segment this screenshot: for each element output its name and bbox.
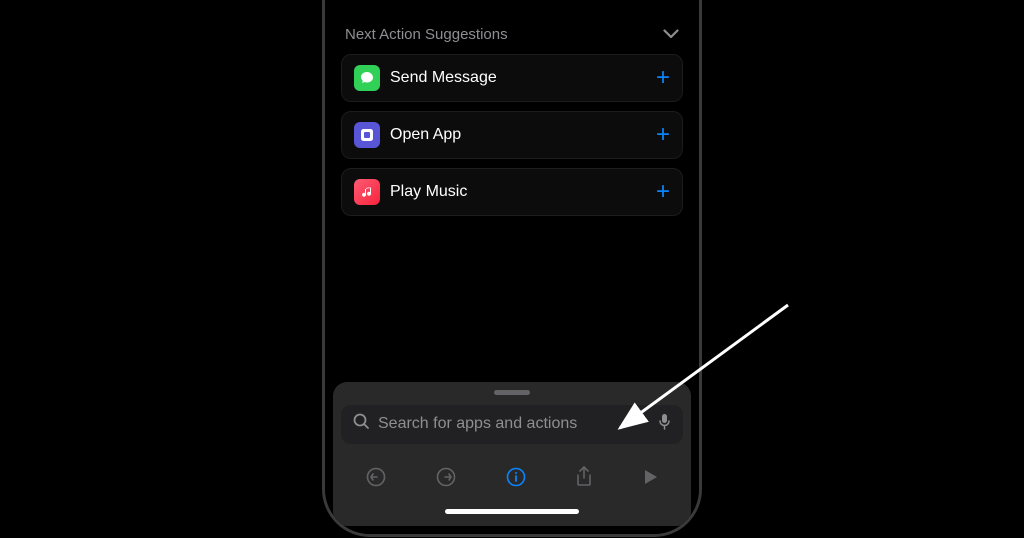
add-button[interactable]: + bbox=[656, 66, 670, 90]
screen: Next Action Suggestions Send Message + bbox=[325, 0, 699, 534]
add-button[interactable]: + bbox=[656, 123, 670, 147]
action-item-send-message[interactable]: Send Message + bbox=[341, 54, 683, 102]
phone-frame: Next Action Suggestions Send Message + bbox=[322, 0, 702, 537]
add-button[interactable]: + bbox=[656, 180, 670, 204]
share-button[interactable] bbox=[571, 462, 597, 497]
info-button[interactable] bbox=[501, 462, 531, 497]
search-bar[interactable]: Search for apps and actions bbox=[341, 405, 683, 444]
bottom-panel: Search for apps and actions bbox=[333, 382, 691, 526]
home-indicator[interactable] bbox=[445, 509, 579, 514]
chevron-down-icon[interactable] bbox=[663, 26, 679, 44]
redo-button[interactable] bbox=[431, 462, 461, 497]
action-item-open-app[interactable]: Open App + bbox=[341, 111, 683, 159]
grabber-handle[interactable] bbox=[494, 390, 530, 395]
action-label: Send Message bbox=[390, 69, 646, 87]
search-input[interactable]: Search for apps and actions bbox=[378, 415, 650, 433]
microphone-icon[interactable] bbox=[658, 413, 671, 436]
section-header[interactable]: Next Action Suggestions bbox=[341, 20, 683, 54]
undo-button[interactable] bbox=[361, 462, 391, 497]
message-icon bbox=[354, 65, 380, 91]
search-icon bbox=[353, 413, 370, 435]
play-button[interactable] bbox=[637, 464, 663, 495]
app-icon bbox=[354, 122, 380, 148]
section-title: Next Action Suggestions bbox=[345, 26, 508, 43]
toolbar bbox=[341, 456, 683, 499]
music-icon bbox=[354, 179, 380, 205]
action-label: Open App bbox=[390, 126, 646, 144]
action-label: Play Music bbox=[390, 183, 646, 201]
action-item-play-music[interactable]: Play Music + bbox=[341, 168, 683, 216]
